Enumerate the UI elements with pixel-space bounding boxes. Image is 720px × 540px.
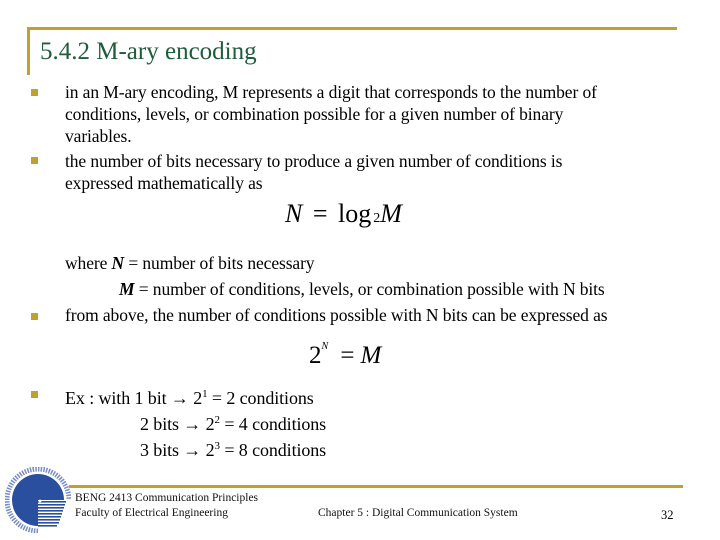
university-logo bbox=[5, 467, 71, 533]
eq2-rhs: M bbox=[360, 342, 382, 369]
footer-chapter: Chapter 5 : Digital Communication System bbox=[318, 507, 518, 519]
example-rest: = 8 conditions bbox=[219, 440, 327, 460]
bullet-marker bbox=[31, 313, 38, 320]
bullet-2-line-1: the number of bits necessary to produce … bbox=[65, 151, 563, 171]
where-var-n: N bbox=[111, 253, 125, 273]
footer-faculty: Faculty of Electrical Engineering bbox=[75, 507, 228, 519]
eq-rhs: M bbox=[380, 199, 402, 228]
example-row-3: 3 bits → 23 = 8 conditions bbox=[140, 435, 326, 461]
where-prefix: where bbox=[65, 253, 112, 273]
eq-lhs: N bbox=[285, 199, 303, 228]
bullet-1-line-3: variables. bbox=[65, 126, 132, 146]
where-def-n: = number of bits necessary bbox=[124, 253, 315, 273]
equation-log: N = log 2M bbox=[285, 199, 402, 229]
page-number: 32 bbox=[661, 508, 674, 522]
bullet-2-line-2: expressed mathematically as bbox=[65, 173, 263, 193]
example-row-2: 2 bits → 22 = 4 conditions bbox=[140, 409, 326, 435]
footer-course: BENG 2413 Communication Principles bbox=[75, 492, 259, 504]
where-line-1: where N = number of bits necessary bbox=[65, 252, 315, 274]
eq2-base: 2 bbox=[309, 342, 322, 369]
example-rest: = 4 conditions bbox=[219, 414, 327, 434]
where-def-m: = number of conditions, levels, or combi… bbox=[134, 279, 605, 299]
footer-divider bbox=[69, 485, 683, 488]
eq-equals: = bbox=[312, 199, 328, 228]
bullet-1-line-2: conditions, levels, or combination possi… bbox=[65, 104, 564, 124]
slide-title: 5.4.2 M-ary encoding bbox=[40, 38, 257, 65]
example-text: 2 bits → 2 bbox=[140, 414, 215, 434]
bullet-marker bbox=[31, 391, 38, 398]
eq2-exp: N bbox=[321, 341, 329, 352]
bullet-3: from above, the number of conditions pos… bbox=[65, 305, 608, 325]
equation-power: 2N = M bbox=[309, 341, 381, 370]
eq2-equals: = bbox=[340, 342, 355, 369]
eq-func: log bbox=[338, 199, 372, 228]
example-text: 3 bits → 2 bbox=[140, 440, 215, 460]
bullet-1-line-1: in an M-ary encoding, M represents a dig… bbox=[65, 82, 597, 102]
example-prefix: Ex : with bbox=[65, 388, 135, 408]
example-rest: = 2 conditions bbox=[207, 388, 314, 408]
where-var-m: M bbox=[119, 279, 135, 299]
example-text: 1 bit → 2 bbox=[134, 388, 203, 408]
bullet-marker bbox=[31, 89, 38, 96]
where-line-2: M = number of conditions, levels, or com… bbox=[119, 278, 605, 300]
bullet-marker bbox=[31, 157, 38, 164]
example-row-1: Ex : with 1 bit → 21 = 2 conditions bbox=[65, 383, 314, 409]
